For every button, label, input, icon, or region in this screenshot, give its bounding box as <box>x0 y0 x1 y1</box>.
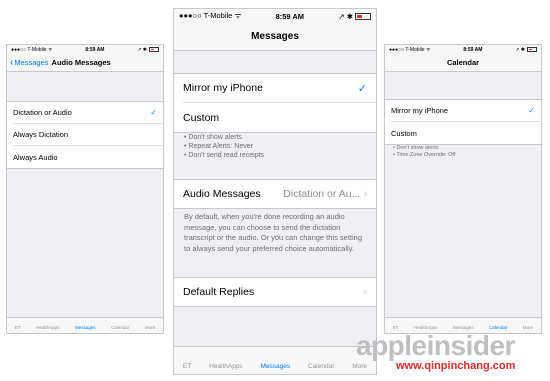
option-always-dictation[interactable]: Always Dictation <box>13 124 163 146</box>
option-always-audio[interactable]: Always Audio <box>13 146 163 168</box>
carrier-signal: ●●●○○ T-Mobile ᯤ <box>389 46 431 53</box>
notification-mode-list: Mirror my iPhone ✓ Custom <box>174 73 376 133</box>
tab-bar: ET HealthApps Messages Calendar More <box>7 317 163 333</box>
battery-icon <box>527 47 537 52</box>
bluetooth-icon: ↗ ✱ <box>137 46 147 53</box>
option-label: Always Dictation <box>13 130 69 139</box>
default-replies-row[interactable]: Default Replies › <box>183 278 376 306</box>
navigation-bar: Messages <box>174 23 376 51</box>
default-replies-group: Default Replies › <box>174 277 376 307</box>
checkmark-icon: ✓ <box>528 106 535 115</box>
tab-healthapps[interactable]: HealthApps <box>209 363 243 370</box>
audio-messages-screen: ●●●○○ T-Mobile ᯤ 8:59 AM ↗ ✱ ‹ Messages … <box>6 44 164 334</box>
notification-mode-list: Mirror my iPhone ✓ Custom <box>385 99 541 145</box>
messages-settings-screen: ●●●○○ T-Mobile ᯤ 8:59 AM ↗ ✱ Messages Mi… <box>173 8 377 375</box>
tab-et[interactable]: ET <box>183 363 191 370</box>
tab-more[interactable]: More <box>145 325 155 330</box>
option-label: Mirror my iPhone <box>183 82 263 94</box>
option-label: Custom <box>183 111 220 124</box>
status-bar: ●●●○○ T-Mobile ᯤ 8:59 AM ↗ ✱ <box>7 45 163 54</box>
chevron-right-icon: › <box>363 286 367 298</box>
watermark-url: www.qinpinchang.com <box>396 360 516 372</box>
appleinsider-logo: appleinsider <box>356 330 515 361</box>
watermark: appleinsider www.qinpinchang.com <box>356 330 550 374</box>
audio-options-list: Dictation or Audio ✓ Always Dictation Al… <box>7 101 163 169</box>
option-label: Custom <box>391 128 417 138</box>
option-custom[interactable]: Custom <box>391 122 541 144</box>
tab-more[interactable]: More <box>523 325 533 330</box>
status-bar: ●●●○○ T-Mobile ᯤ 8:59 AM ↗ ✱ <box>174 9 376 23</box>
audio-messages-description: By default, when you're done recording a… <box>184 212 363 253</box>
status-time: 8:59 AM <box>275 11 305 21</box>
audio-messages-label: Audio Messages <box>183 188 261 200</box>
option-label: Dictation or Audio <box>13 108 72 117</box>
calendar-settings-screen: ●●●○○ T-Mobile ᯤ 8:59 AM ↗ ✱ Calendar Mi… <box>384 44 542 334</box>
carrier-signal: ●●●○○ T-Mobile ᯤ <box>11 46 53 53</box>
tab-healthapps[interactable]: HealthApps <box>36 325 59 330</box>
note-line: • Repeat Alerts: Never <box>184 143 253 150</box>
audio-messages-group: Audio Messages Dictation or Au... › <box>174 179 376 209</box>
page-title: Audio Messages <box>51 58 111 67</box>
default-replies-label: Default Replies <box>183 286 255 298</box>
navigation-bar: ‹ Messages Audio Messages <box>7 54 163 72</box>
custom-notes: • Don't show alerts • Time Zone Override… <box>393 145 455 159</box>
tab-messages[interactable]: Messages <box>75 325 96 330</box>
tab-bar: ET HealthApps Messages Calendar More <box>174 346 376 374</box>
bluetooth-icon: ↗ ✱ <box>338 11 353 21</box>
option-dictation-or-audio[interactable]: Dictation or Audio ✓ <box>13 102 163 124</box>
tab-calendar[interactable]: Calendar <box>111 325 129 330</box>
audio-messages-value: Dictation or Au... <box>283 188 361 200</box>
status-time: 8:59 AM <box>85 46 105 53</box>
tab-calendar[interactable]: Calendar <box>308 363 334 370</box>
battery-icon <box>355 12 371 20</box>
option-label: Mirror my iPhone <box>391 106 449 115</box>
status-bar: ●●●○○ T-Mobile ᯤ 8:59 AM ↗ ✱ <box>385 45 541 54</box>
status-right: ↗ ✱ <box>338 12 371 21</box>
carrier-signal: ●●●○○ T-Mobile ᯤ <box>179 11 242 20</box>
status-right: ↗ ✱ <box>137 47 159 53</box>
option-mirror-my-iphone[interactable]: Mirror my iPhone ✓ <box>183 74 376 103</box>
status-right: ↗ ✱ <box>515 47 537 53</box>
option-custom[interactable]: Custom <box>183 103 376 132</box>
battery-icon <box>149 47 159 52</box>
audio-messages-row[interactable]: Audio Messages Dictation or Au... › <box>183 180 376 208</box>
navigation-bar: Calendar <box>385 54 541 72</box>
chevron-left-icon: ‹ <box>10 56 14 68</box>
back-button[interactable]: ‹ Messages <box>10 56 49 68</box>
audio-messages-value-wrap: Dictation or Au... › <box>283 188 367 200</box>
tab-et[interactable]: ET <box>15 325 21 330</box>
note-line: • Don't send read receipts <box>184 152 265 159</box>
status-time: 8:59 AM <box>463 46 483 53</box>
checkmark-icon: ✓ <box>357 82 367 95</box>
bluetooth-icon: ↗ ✱ <box>515 46 525 53</box>
note-line: • Don't show alerts <box>393 145 439 151</box>
checkmark-icon: ✓ <box>150 108 157 117</box>
option-label: Always Audio <box>13 152 58 162</box>
page-title: Messages <box>251 31 299 42</box>
note-line: • Time Zone Override: Off <box>393 152 456 158</box>
custom-notes: • Don't show alerts • Repeat Alerts: Nev… <box>184 133 264 160</box>
option-mirror-my-iphone[interactable]: Mirror my iPhone ✓ <box>391 100 541 122</box>
back-label: Messages <box>14 58 49 67</box>
page-title: Calendar <box>446 58 480 67</box>
tab-messages[interactable]: Messages <box>261 363 291 370</box>
note-line: • Don't show alerts <box>184 134 242 141</box>
chevron-right-icon: › <box>363 188 367 200</box>
